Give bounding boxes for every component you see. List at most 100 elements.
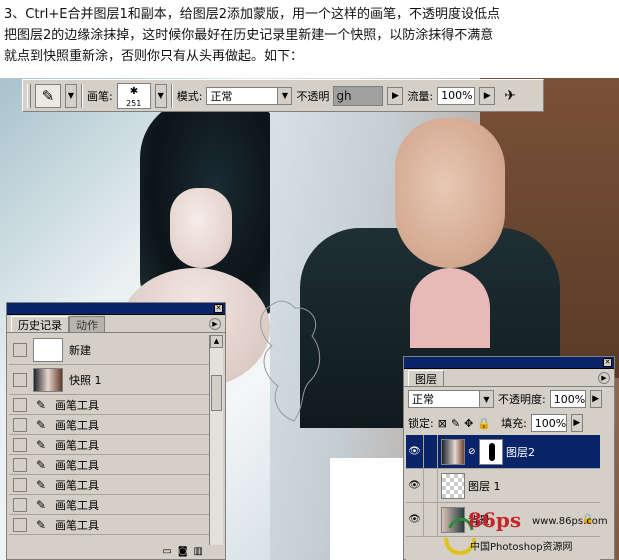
palette-titlebar[interactable]	[7, 303, 225, 315]
scroll-up-icon[interactable]: ▲	[210, 335, 223, 348]
brush-column	[424, 503, 438, 536]
history-row[interactable]: ✎ 画笔工具	[9, 435, 211, 455]
trash-icon[interactable]: ▥	[194, 546, 203, 557]
opacity-input[interactable]: gh	[333, 85, 384, 106]
layer-mask-thumbnail[interactable]	[479, 438, 503, 465]
eye-icon[interactable]: 👁	[406, 469, 424, 502]
mode-label: 模式:	[176, 89, 203, 103]
options-bar-gripper[interactable]	[27, 83, 31, 108]
history-source-checkbox[interactable]	[13, 457, 27, 472]
tab-history[interactable]: 历史记录	[11, 316, 69, 332]
layer-row-layer1[interactable]: 👁 图层 1	[406, 469, 600, 503]
link-icon[interactable]: ⊘	[468, 447, 476, 457]
opacity-label: 不透明	[296, 89, 330, 103]
caption-line: 把图层2的边缘涂抹掉，这时候你最好在历史记录里新建一个快照，以防涂抹得不满意	[4, 28, 494, 43]
close-icon[interactable]: ✕	[603, 358, 612, 367]
flow-label: 流量:	[407, 89, 434, 103]
photo-left-face	[170, 188, 232, 268]
lock-position-icon[interactable]: ✥	[464, 417, 473, 430]
history-label: 画笔工具	[55, 478, 99, 492]
lock-label: 锁定:	[408, 417, 434, 430]
lock-transparency-icon[interactable]: ⊠	[438, 417, 447, 430]
fill-input[interactable]: 100%	[530, 414, 567, 432]
brush-dropdown[interactable]: ▼	[154, 83, 167, 108]
layer-opacity-slider-button[interactable]: ▶	[589, 390, 602, 408]
palette-titlebar[interactable]	[404, 357, 614, 369]
lock-image-icon[interactable]: ✎	[451, 417, 460, 430]
history-palette: ✕ 历史记录 动作 ▶ 新建 快照 1 ✎ 画笔工具 ✎ 画笔工具 ✎ 画笔工具…	[6, 302, 226, 560]
brush-icon: ✎	[35, 517, 47, 532]
layer-opacity-input[interactable]: 100%	[549, 390, 586, 408]
brush-tip-icon: ✱	[129, 85, 139, 97]
brush-icon[interactable]: ✎	[35, 83, 61, 108]
photo-right-shirt	[410, 268, 490, 348]
history-row[interactable]: ✎ 画笔工具	[9, 495, 211, 515]
layer-name: 图层2	[506, 445, 535, 459]
airbrush-icon[interactable]: ✈	[499, 85, 521, 107]
brush-icon: ✎	[35, 497, 47, 512]
history-thumbnail	[33, 337, 63, 362]
watermark-logo-text: 86ps	[468, 508, 522, 532]
history-row[interactable]: ✎ 画笔工具	[9, 515, 211, 535]
history-source-checkbox[interactable]	[13, 477, 27, 492]
history-source-checkbox[interactable]	[13, 342, 27, 357]
create-snapshot-icon[interactable]: ◙	[178, 546, 188, 557]
separator	[81, 83, 83, 108]
history-row-new[interactable]: 新建	[9, 335, 211, 365]
history-scrollbar[interactable]: ▲	[209, 335, 223, 545]
new-document-from-state-icon[interactable]: ▭	[162, 546, 171, 557]
chevron-down-icon: ▼	[277, 87, 292, 104]
history-row[interactable]: ✎ 画笔工具	[9, 455, 211, 475]
history-source-checkbox[interactable]	[13, 437, 27, 452]
tool-options-bar: ✎ ▼ 画笔: ✱ 251 ▼ 模式: 正常 ▼ 不透明 gh ▶ 流量: 10…	[22, 79, 544, 112]
layer-row-layer2[interactable]: 👁 ⊘ 图层2	[406, 435, 600, 469]
scroll-thumb[interactable]	[211, 375, 222, 411]
history-list: 新建 快照 1 ✎ 画笔工具 ✎ 画笔工具 ✎ 画笔工具 ✎ 画笔工具 ✎ 画笔…	[9, 335, 211, 545]
brush-icon: ✎	[35, 397, 47, 412]
chevron-down-icon: ▼	[479, 391, 493, 407]
opacity-slider-button[interactable]: ▶	[387, 86, 404, 105]
layer-name: 图层 1	[468, 479, 501, 493]
mask-stroke-outline	[260, 300, 321, 422]
history-source-checkbox[interactable]	[13, 417, 27, 432]
brush-icon: ✎	[35, 477, 47, 492]
eye-icon[interactable]: 👁	[406, 435, 424, 468]
history-label: 快照 1	[69, 373, 102, 387]
flow-input[interactable]: 100%	[437, 86, 476, 105]
mode-value: 正常	[210, 89, 233, 103]
lock-all-icon[interactable]: 🔒	[477, 417, 491, 430]
palette-menu-icon[interactable]: ▶	[598, 372, 610, 384]
tool-preset-dropdown[interactable]: ▼	[65, 83, 77, 108]
layer-blend-controls: 正常 ▼ 不透明度: 100% ▶	[404, 387, 614, 411]
watermark-url: www.86ps.com	[532, 516, 608, 527]
photo-right-face	[395, 118, 505, 268]
close-icon[interactable]: ✕	[214, 304, 223, 313]
brush-icon: ✎	[35, 437, 47, 452]
brush-size: 251	[126, 98, 142, 108]
history-label: 画笔工具	[55, 498, 99, 512]
brush-label: 画笔:	[87, 89, 113, 103]
caption-line: 3、Ctrl+E合并图层1和副本，给图层2添加蒙版，用一个这样的画笔，不透明度设…	[4, 7, 501, 22]
history-row-snapshot[interactable]: 快照 1	[9, 365, 211, 395]
history-bottom-bar: ▭ ◙ ▥	[7, 543, 225, 559]
history-source-checkbox[interactable]	[13, 497, 27, 512]
brush-icon: ✎	[35, 417, 47, 432]
eye-icon[interactable]: 👁	[406, 503, 424, 536]
fill-slider-button[interactable]: ▶	[570, 414, 583, 432]
history-source-checkbox[interactable]	[13, 397, 27, 412]
history-source-checkbox[interactable]	[13, 372, 27, 387]
history-row[interactable]: ✎ 画笔工具	[9, 415, 211, 435]
tab-actions[interactable]: 动作	[69, 316, 105, 332]
tab-layers[interactable]: 图层	[408, 370, 444, 386]
flow-slider-button[interactable]: ▶	[479, 86, 496, 105]
brush-preset-picker[interactable]: ✱ 251	[116, 82, 151, 109]
mode-select[interactable]: 正常 ▼	[206, 86, 293, 105]
blend-mode-select[interactable]: 正常 ▼	[408, 390, 494, 408]
history-row[interactable]: ✎ 画笔工具	[9, 475, 211, 495]
history-source-checkbox[interactable]	[13, 517, 27, 532]
separator	[170, 83, 173, 108]
palette-menu-icon[interactable]: ▶	[209, 318, 221, 330]
brush-icon: ✎	[35, 457, 47, 472]
history-label: 画笔工具	[55, 398, 99, 412]
history-row[interactable]: ✎ 画笔工具	[9, 395, 211, 415]
